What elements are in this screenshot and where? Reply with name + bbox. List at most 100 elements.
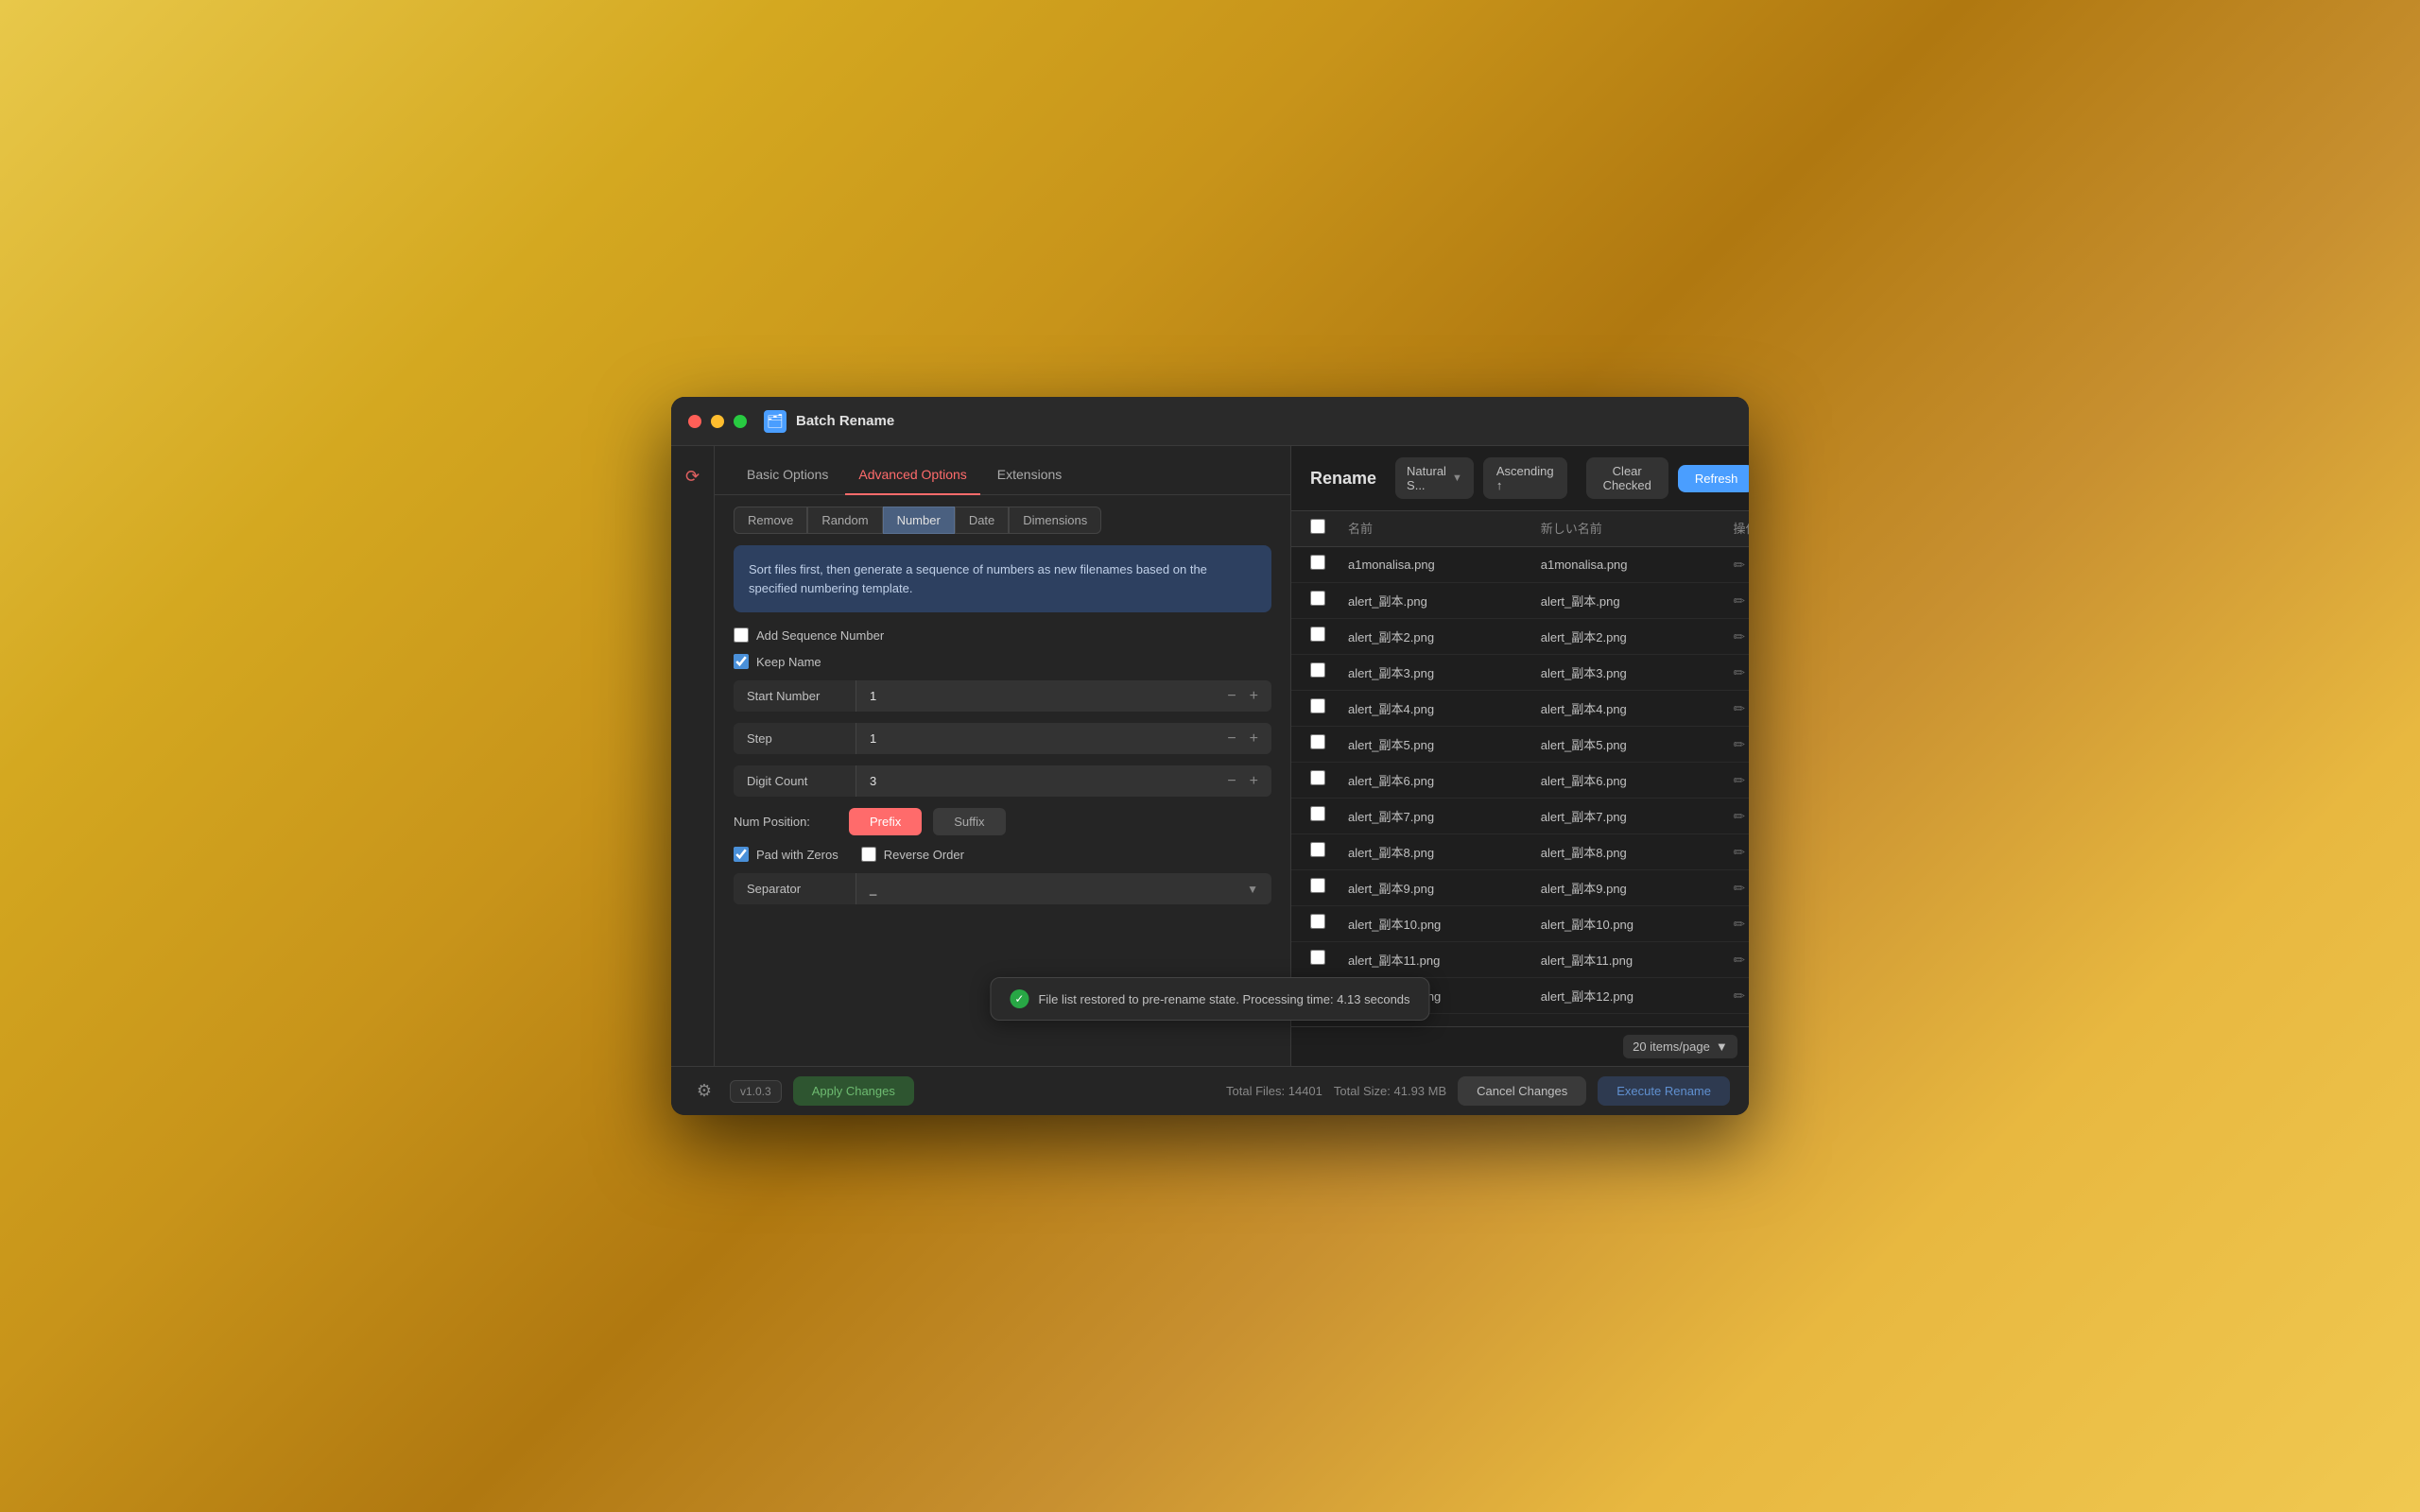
- row-checkbox-col-8: [1310, 842, 1348, 862]
- separator-chevron-icon[interactable]: ▼: [1234, 883, 1271, 896]
- row-actions-9: ✏ 🗑 👁: [1733, 880, 1749, 897]
- table-row: alert_副本5.png alert_副本5.png ✏ 🗑 👁: [1291, 727, 1749, 763]
- row-checkbox-col-5: [1310, 734, 1348, 754]
- row-edit-icon-6[interactable]: ✏: [1733, 772, 1745, 789]
- page-size-select[interactable]: 20 items/page ▼: [1623, 1035, 1737, 1058]
- sub-tab-random[interactable]: Random: [807, 507, 882, 534]
- row-checkbox-9[interactable]: [1310, 878, 1325, 893]
- page-size-chevron-icon: ▼: [1716, 1040, 1728, 1054]
- select-all-checkbox[interactable]: [1310, 519, 1325, 534]
- sort-dropdown-chevron-icon: ▼: [1452, 472, 1462, 484]
- ascending-button[interactable]: Ascending ↑: [1483, 457, 1567, 499]
- header-actions: 操作: [1733, 519, 1749, 539]
- tab-advanced-options[interactable]: Advanced Options: [845, 459, 979, 495]
- sub-tab-date[interactable]: Date: [955, 507, 1009, 534]
- row-edit-icon-5[interactable]: ✏: [1733, 736, 1745, 753]
- sub-tab-remove[interactable]: Remove: [734, 507, 807, 534]
- prefix-button[interactable]: Prefix: [849, 808, 922, 835]
- pagination-bar: 20 items/page ▼ Go to: [1291, 1026, 1749, 1066]
- pad-zeros-label[interactable]: Pad with Zeros: [734, 847, 838, 862]
- row-actions-6: ✏ 🗑 👁: [1733, 772, 1749, 789]
- row-edit-icon-10[interactable]: ✏: [1733, 916, 1745, 933]
- reverse-order-checkbox[interactable]: [861, 847, 876, 862]
- table-row: alert_副本2.png alert_副本2.png ✏ 🗑 👁: [1291, 619, 1749, 655]
- row-original-2: alert_副本2.png: [1348, 627, 1541, 645]
- table-row: a1monalisa.png a1monalisa.png ✏ 🗑 👁: [1291, 547, 1749, 583]
- row-edit-icon-2[interactable]: ✏: [1733, 628, 1745, 645]
- add-sequence-checkbox[interactable]: [734, 627, 749, 643]
- execute-rename-button[interactable]: Execute Rename: [1598, 1076, 1730, 1106]
- digit-count-value: 3: [856, 765, 1214, 797]
- apply-changes-button[interactable]: Apply Changes: [793, 1076, 914, 1106]
- sub-tab-dimensions[interactable]: Dimensions: [1009, 507, 1101, 534]
- row-edit-icon-8[interactable]: ✏: [1733, 844, 1745, 861]
- row-edit-icon-7[interactable]: ✏: [1733, 808, 1745, 825]
- add-sequence-label: Add Sequence Number: [756, 628, 884, 643]
- step-increment[interactable]: +: [1250, 730, 1258, 747]
- clear-checked-button[interactable]: Clear Checked: [1586, 457, 1668, 499]
- start-number-label: Start Number: [734, 680, 856, 712]
- row-edit-icon-0[interactable]: ✏: [1733, 557, 1745, 574]
- start-number-increment[interactable]: +: [1250, 688, 1258, 705]
- row-checkbox-0[interactable]: [1310, 555, 1325, 570]
- sub-tab-number[interactable]: Number: [883, 507, 955, 534]
- row-checkbox-11[interactable]: [1310, 950, 1325, 965]
- digit-count-decrement[interactable]: −: [1227, 773, 1236, 790]
- row-edit-icon-11[interactable]: ✏: [1733, 952, 1745, 969]
- sort-dropdown[interactable]: Natural S... ▼: [1395, 457, 1474, 499]
- pad-zeros-checkbox[interactable]: [734, 847, 749, 862]
- table-header: 名前 新しい名前 操作: [1291, 511, 1749, 547]
- row-checkbox-8[interactable]: [1310, 842, 1325, 857]
- reverse-order-text: Reverse Order: [884, 848, 964, 862]
- row-checkbox-3[interactable]: [1310, 662, 1325, 678]
- step-value: 1: [856, 723, 1214, 754]
- row-checkbox-2[interactable]: [1310, 627, 1325, 642]
- row-checkbox-7[interactable]: [1310, 806, 1325, 821]
- digit-count-label: Digit Count: [734, 765, 856, 797]
- minimize-button[interactable]: [711, 415, 724, 428]
- row-actions-1: ✏ 🗑 👁: [1733, 593, 1749, 610]
- row-edit-icon-3[interactable]: ✏: [1733, 664, 1745, 681]
- close-button[interactable]: [688, 415, 701, 428]
- row-edit-icon-12[interactable]: ✏: [1733, 988, 1745, 1005]
- tab-basic-options[interactable]: Basic Options: [734, 459, 841, 495]
- reverse-order-label[interactable]: Reverse Order: [861, 847, 964, 862]
- settings-icon[interactable]: ⚙: [690, 1077, 718, 1106]
- row-edit-icon-1[interactable]: ✏: [1733, 593, 1745, 610]
- row-original-7: alert_副本7.png: [1348, 807, 1541, 825]
- version-badge: v1.0.3: [730, 1080, 782, 1103]
- row-actions-12: ✏ 🗑 👁: [1733, 988, 1749, 1005]
- row-checkbox-4[interactable]: [1310, 698, 1325, 713]
- cancel-changes-button[interactable]: Cancel Changes: [1458, 1076, 1586, 1106]
- step-decrement[interactable]: −: [1227, 730, 1236, 747]
- row-original-5: alert_副本5.png: [1348, 735, 1541, 753]
- row-checkbox-10[interactable]: [1310, 914, 1325, 929]
- row-original-1: alert_副本.png: [1348, 592, 1541, 610]
- row-checkbox-5[interactable]: [1310, 734, 1325, 749]
- refresh-button[interactable]: Refresh: [1678, 465, 1749, 492]
- suffix-button[interactable]: Suffix: [933, 808, 1005, 835]
- row-actions-8: ✏ 🗑 👁: [1733, 844, 1749, 861]
- row-edit-icon-4[interactable]: ✏: [1733, 700, 1745, 717]
- file-table: 名前 新しい名前 操作 a1monalisa.png a1monalisa.pn…: [1291, 511, 1749, 1026]
- row-new-name-2: alert_副本2.png: [1541, 627, 1734, 645]
- header-new-name: 新しい名前: [1541, 519, 1734, 539]
- row-checkbox-col-11: [1310, 950, 1348, 970]
- row-actions-10: ✏ 🗑 👁: [1733, 916, 1749, 933]
- start-number-decrement[interactable]: −: [1227, 688, 1236, 705]
- sidebar-rename-icon[interactable]: ⟳: [678, 461, 708, 491]
- separator-label: Separator: [734, 873, 856, 904]
- keep-name-checkbox-label[interactable]: Keep Name: [734, 654, 821, 669]
- row-checkbox-1[interactable]: [1310, 591, 1325, 606]
- table-row: alert_副本6.png alert_副本6.png ✏ 🗑 👁: [1291, 763, 1749, 799]
- row-edit-icon-9[interactable]: ✏: [1733, 880, 1745, 897]
- keep-name-checkbox[interactable]: [734, 654, 749, 669]
- tab-extensions[interactable]: Extensions: [984, 459, 1075, 495]
- row-original-0: a1monalisa.png: [1348, 558, 1541, 572]
- add-sequence-checkbox-label[interactable]: Add Sequence Number: [734, 627, 884, 643]
- maximize-button[interactable]: [734, 415, 747, 428]
- step-controls: − +: [1214, 730, 1271, 747]
- row-checkbox-6[interactable]: [1310, 770, 1325, 785]
- digit-count-increment[interactable]: +: [1250, 773, 1258, 790]
- table-row: alert_副本10.png alert_副本10.png ✏ 🗑 👁: [1291, 906, 1749, 942]
